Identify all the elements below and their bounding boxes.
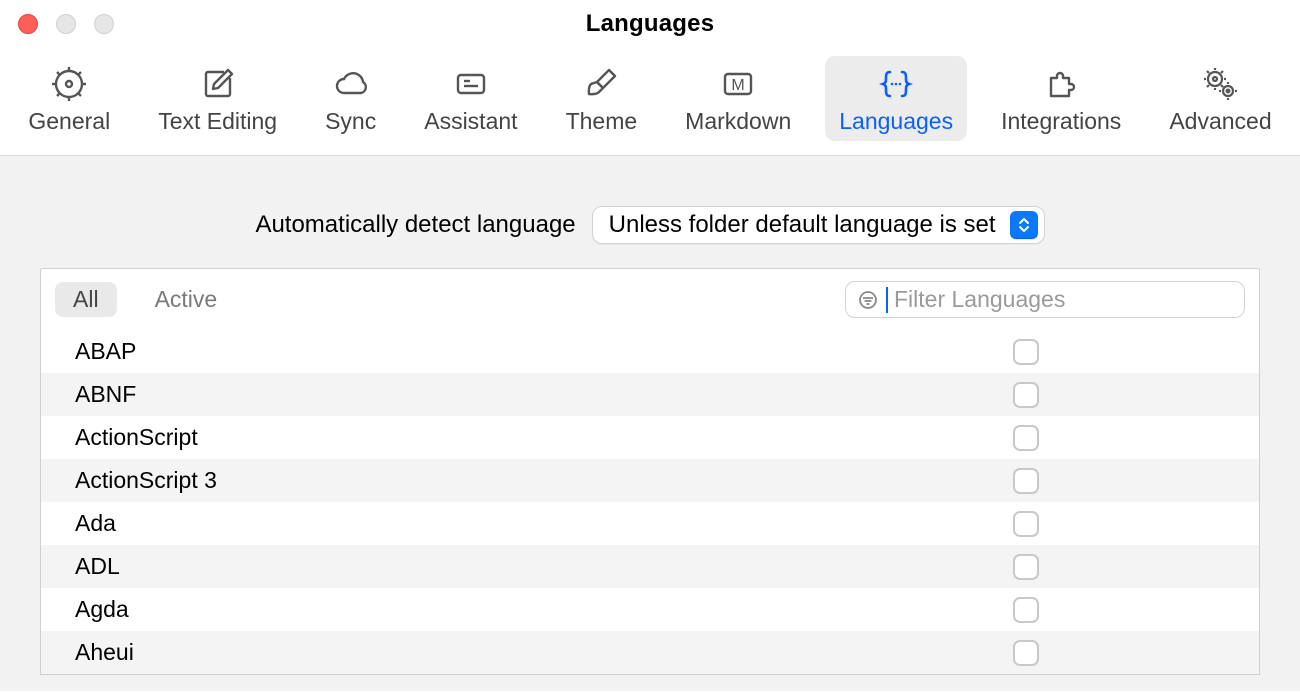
language-checkbox[interactable] — [1013, 425, 1039, 451]
language-row[interactable]: ActionScript — [41, 416, 1259, 459]
tab-label: Languages — [839, 108, 953, 135]
pencil-square-icon — [198, 64, 238, 104]
language-checkbox[interactable] — [1013, 640, 1039, 666]
language-name: ActionScript 3 — [75, 467, 1013, 494]
select-stepper-icon — [1010, 211, 1038, 239]
braces-icon — [876, 64, 916, 104]
tab-text-editing[interactable]: Text Editing — [144, 56, 291, 141]
puzzle-icon — [1041, 64, 1081, 104]
tab-advanced[interactable]: Advanced — [1155, 56, 1285, 141]
language-row[interactable]: ABNF — [41, 373, 1259, 416]
autodetect-select[interactable]: Unless folder default language is set — [592, 206, 1045, 244]
tab-assistant[interactable]: Assistant — [410, 56, 531, 141]
window-controls — [18, 14, 114, 34]
tab-integrations[interactable]: Integrations — [987, 56, 1135, 141]
markdown-icon: M — [718, 64, 758, 104]
tab-label: Text Editing — [158, 108, 277, 135]
tab-languages[interactable]: Languages — [825, 56, 967, 141]
gears-icon — [1200, 64, 1240, 104]
svg-text:M: M — [732, 77, 745, 94]
tab-label: General — [28, 108, 110, 135]
tab-label: Assistant — [424, 108, 517, 135]
language-name: ABAP — [75, 338, 1013, 365]
language-name: Ada — [75, 510, 1013, 537]
language-row[interactable]: ADL — [41, 545, 1259, 588]
tab-label: Integrations — [1001, 108, 1121, 135]
filter-input[interactable] — [894, 286, 1234, 313]
language-name: ADL — [75, 553, 1013, 580]
language-row[interactable]: Agda — [41, 588, 1259, 631]
tab-sync[interactable]: Sync — [311, 56, 390, 141]
card-icon — [451, 64, 491, 104]
language-checkbox[interactable] — [1013, 554, 1039, 580]
tab-label: Markdown — [685, 108, 791, 135]
language-name: ActionScript — [75, 424, 1013, 451]
language-row[interactable]: Ada — [41, 502, 1259, 545]
tab-theme[interactable]: Theme — [552, 56, 652, 141]
zoom-window-button[interactable] — [94, 14, 114, 34]
tab-label: Advanced — [1169, 108, 1271, 135]
language-name: Aheui — [75, 639, 1013, 666]
language-name: Agda — [75, 596, 1013, 623]
language-name: ABNF — [75, 381, 1013, 408]
preferences-toolbar: General Text Editing Sync Assistant — [0, 48, 1300, 156]
language-row[interactable]: ABAP — [41, 330, 1259, 373]
language-checkbox[interactable] — [1013, 597, 1039, 623]
filter-icon — [856, 288, 880, 312]
filter-segment: All Active — [55, 282, 235, 317]
segment-active[interactable]: Active — [137, 282, 236, 317]
language-row[interactable]: Aheui — [41, 631, 1259, 674]
languages-panel: All Active ABAP — [40, 268, 1260, 675]
language-checkbox[interactable] — [1013, 511, 1039, 537]
autodetect-value: Unless folder default language is set — [609, 211, 1010, 239]
language-checkbox[interactable] — [1013, 339, 1039, 365]
text-cursor — [886, 287, 888, 313]
language-row[interactable]: ActionScript 3 — [41, 459, 1259, 502]
languages-list: ABAP ABNF ActionScript ActionScript 3 Ad… — [41, 330, 1259, 674]
minimize-window-button[interactable] — [56, 14, 76, 34]
autodetect-label: Automatically detect language — [255, 211, 575, 239]
close-window-button[interactable] — [18, 14, 38, 34]
paintbrush-icon — [581, 64, 621, 104]
segment-all[interactable]: All — [55, 282, 117, 317]
filter-field[interactable] — [845, 281, 1245, 318]
tab-markdown[interactable]: M Markdown — [671, 56, 805, 141]
window-title: Languages — [586, 10, 715, 38]
gear-icon — [49, 64, 89, 104]
tab-general[interactable]: General — [14, 56, 124, 141]
language-checkbox[interactable] — [1013, 382, 1039, 408]
tab-label: Theme — [566, 108, 638, 135]
language-checkbox[interactable] — [1013, 468, 1039, 494]
tab-label: Sync — [325, 108, 376, 135]
cloud-icon — [331, 64, 371, 104]
